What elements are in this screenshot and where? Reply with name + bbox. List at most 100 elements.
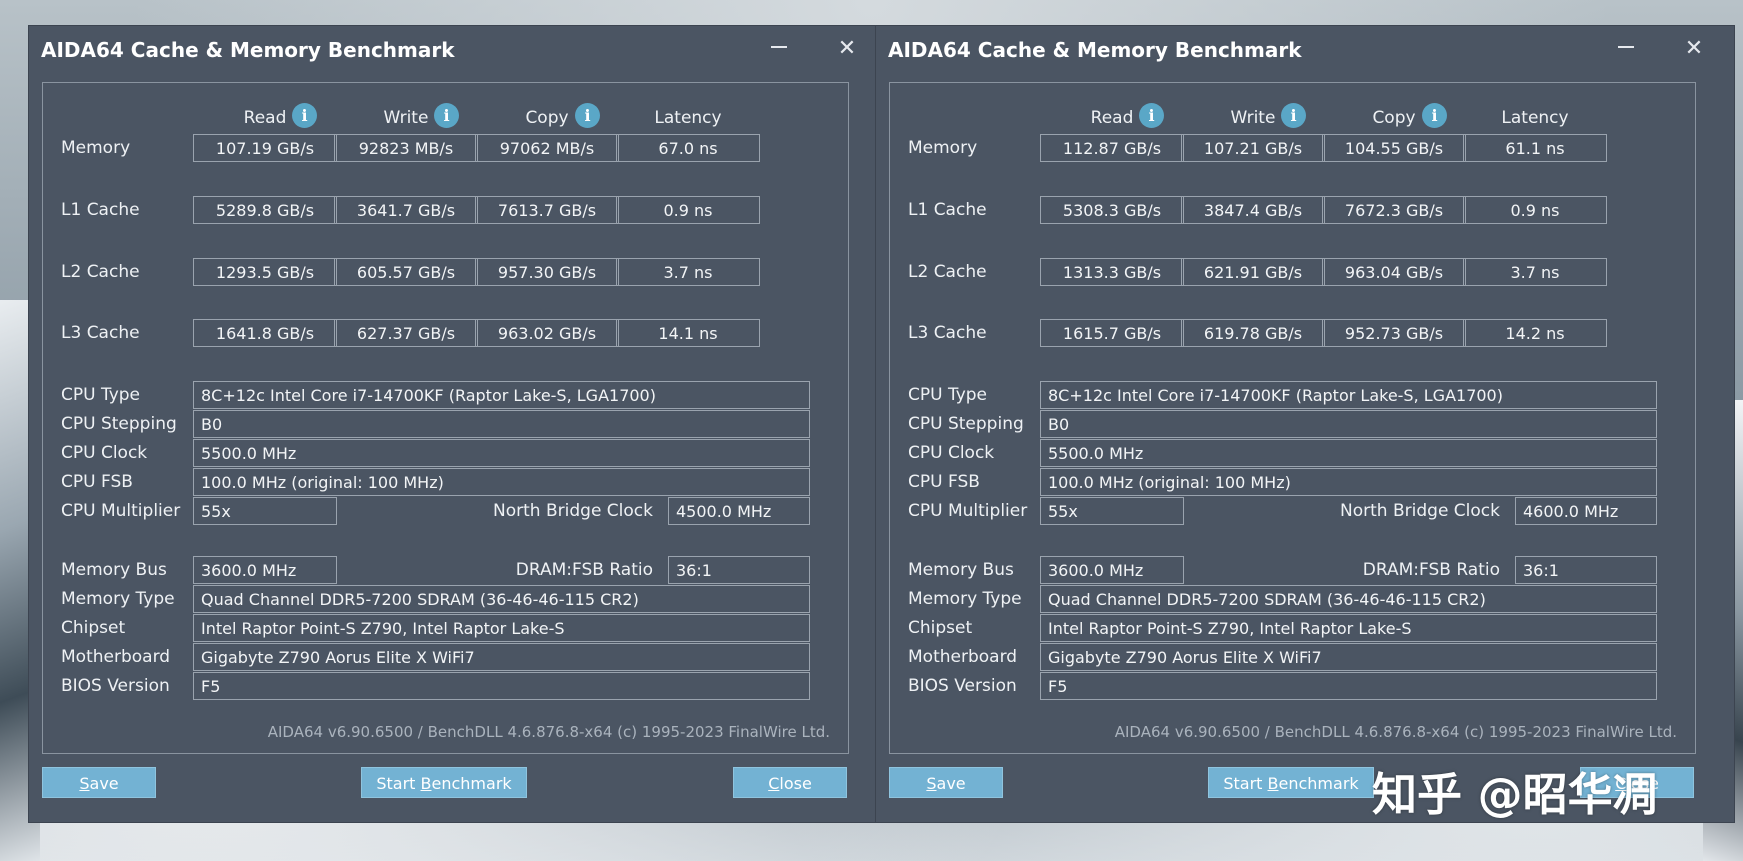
benchmark-window: AIDA64 Cache & Memory Benchmark ✕ Read i… — [29, 26, 887, 822]
info-label-dram-fsb-ratio: DRAM:FSB Ratio — [515, 560, 653, 580]
info-value-bios-version: F5 — [193, 672, 810, 700]
minimize-icon — [1618, 46, 1634, 48]
window-title: AIDA64 Cache & Memory Benchmark — [888, 38, 1302, 62]
info-label-memory-bus: Memory Bus — [61, 560, 167, 580]
close-button[interactable]: Close — [733, 767, 847, 798]
info-label-cpu-fsb: CPU FSB — [908, 472, 980, 492]
row-label-l1-cache: L1 Cache — [61, 200, 140, 220]
benchmark-window: AIDA64 Cache & Memory Benchmark ✕ Read i… — [876, 26, 1734, 822]
info-icon[interactable]: i — [1139, 103, 1164, 128]
l1-write-value: 3641.7 GB/s — [334, 196, 478, 224]
l3-copy-value: 952.73 GB/s — [1322, 319, 1466, 347]
info-label-north-bridge-clock: North Bridge Clock — [493, 501, 653, 521]
memory-write-value: 92823 MB/s — [334, 134, 478, 162]
info-icon[interactable]: i — [292, 103, 317, 128]
l1-read-value: 5308.3 GB/s — [1040, 196, 1184, 224]
l2-latency-value: 3.7 ns — [616, 258, 760, 286]
l3-read-value: 1615.7 GB/s — [1040, 319, 1184, 347]
memory-latency-value: 61.1 ns — [1463, 134, 1607, 162]
info-value-cpu-clock: 5500.0 MHz — [1040, 439, 1657, 467]
info-icon[interactable]: i — [1281, 103, 1306, 128]
start-benchmark-button[interactable]: Start Benchmark — [361, 767, 527, 798]
info-label-bios-version: BIOS Version — [61, 676, 170, 696]
info-label-cpu-type: CPU Type — [61, 385, 141, 405]
version-footer: AIDA64 v6.90.6500 / BenchDLL 4.6.876.8-x… — [267, 723, 830, 741]
l1-read-value: 5289.8 GB/s — [193, 196, 337, 224]
close-window-button[interactable]: ✕ — [827, 32, 867, 66]
start-benchmark-label-prefix: Start — [1223, 774, 1268, 793]
info-label-memory-type: Memory Type — [61, 589, 175, 609]
l1-latency-value: 0.9 ns — [1463, 196, 1607, 224]
start-benchmark-label-accel: B — [1267, 774, 1279, 793]
info-label-chipset: Chipset — [61, 618, 126, 638]
l1-copy-value: 7672.3 GB/s — [1322, 196, 1466, 224]
info-label-cpu-stepping: CPU Stepping — [61, 414, 177, 434]
memory-write-value: 107.21 GB/s — [1181, 134, 1325, 162]
memory-read-value: 112.87 GB/s — [1040, 134, 1184, 162]
save-button[interactable]: Save — [42, 767, 156, 798]
l1-copy-value: 7613.7 GB/s — [475, 196, 619, 224]
l1-write-value: 3847.4 GB/s — [1181, 196, 1325, 224]
close-window-button[interactable]: ✕ — [1674, 32, 1714, 66]
info-value-cpu-multiplier: 55x — [193, 497, 337, 525]
l3-write-value: 619.78 GB/s — [1181, 319, 1325, 347]
info-label-cpu-multiplier: CPU Multiplier — [61, 501, 181, 521]
info-value-cpu-type: 8C+12c Intel Core i7-14700KF (Raptor Lak… — [1040, 381, 1657, 409]
info-value-cpu-stepping: B0 — [193, 410, 810, 438]
row-label-l2-cache: L2 Cache — [908, 262, 987, 282]
info-label-cpu-fsb: CPU FSB — [61, 472, 133, 492]
l1-latency-value: 0.9 ns — [616, 196, 760, 224]
l3-latency-value: 14.1 ns — [616, 319, 760, 347]
info-value-cpu-clock: 5500.0 MHz — [193, 439, 810, 467]
info-icon[interactable]: i — [1422, 103, 1447, 128]
window-title: AIDA64 Cache & Memory Benchmark — [41, 38, 455, 62]
watermark-text: 知乎 @昭华凋 — [1372, 768, 1658, 821]
info-label-cpu-type: CPU Type — [908, 385, 988, 405]
info-icon[interactable]: i — [575, 103, 600, 128]
row-label-memory: Memory — [908, 138, 978, 158]
l3-latency-value: 14.2 ns — [1463, 319, 1607, 347]
column-header-latency: Latency — [1501, 108, 1569, 128]
start-benchmark-button[interactable]: Start Benchmark — [1208, 767, 1374, 798]
start-benchmark-label: enchmark — [1278, 774, 1359, 793]
info-label-memory-type: Memory Type — [908, 589, 1022, 609]
save-button-label: ave — [89, 774, 119, 793]
l2-read-value: 1293.5 GB/s — [193, 258, 337, 286]
minimize-button[interactable] — [1606, 32, 1646, 66]
info-value-cpu-multiplier: 55x — [1040, 497, 1184, 525]
info-value-north-bridge-clock: 4600.0 MHz — [1515, 497, 1657, 525]
info-value-bios-version: F5 — [1040, 672, 1657, 700]
start-benchmark-label-accel: B — [420, 774, 432, 793]
info-icon[interactable]: i — [434, 103, 459, 128]
info-value-north-bridge-clock: 4500.0 MHz — [668, 497, 810, 525]
info-value-dram-fsb-ratio: 36:1 — [668, 556, 810, 584]
info-value-memory-type: Quad Channel DDR5-7200 SDRAM (36-46-46-1… — [193, 585, 810, 613]
save-button-label: ave — [936, 774, 966, 793]
info-value-cpu-stepping: B0 — [1040, 410, 1657, 438]
info-label-cpu-multiplier: CPU Multiplier — [908, 501, 1028, 521]
info-label-chipset: Chipset — [908, 618, 973, 638]
info-label-dram-fsb-ratio: DRAM:FSB Ratio — [1362, 560, 1500, 580]
row-label-memory: Memory — [61, 138, 131, 158]
info-label-bios-version: BIOS Version — [908, 676, 1017, 696]
minimize-icon — [771, 46, 787, 48]
save-button[interactable]: Save — [889, 767, 1003, 798]
close-button-label-accel: C — [768, 774, 780, 793]
info-label-cpu-clock: CPU Clock — [908, 443, 995, 463]
l2-write-value: 621.91 GB/s — [1181, 258, 1325, 286]
info-label-memory-bus: Memory Bus — [908, 560, 1014, 580]
row-label-l3-cache: L3 Cache — [61, 323, 140, 343]
info-value-motherboard: Gigabyte Z790 Aorus Elite X WiFi7 — [193, 643, 810, 671]
row-label-l3-cache: L3 Cache — [908, 323, 987, 343]
l3-copy-value: 963.02 GB/s — [475, 319, 619, 347]
l3-read-value: 1641.8 GB/s — [193, 319, 337, 347]
l2-read-value: 1313.3 GB/s — [1040, 258, 1184, 286]
l2-copy-value: 957.30 GB/s — [475, 258, 619, 286]
minimize-button[interactable] — [759, 32, 799, 66]
row-label-l2-cache: L2 Cache — [61, 262, 140, 282]
l2-write-value: 605.57 GB/s — [334, 258, 478, 286]
close-icon: ✕ — [837, 36, 857, 61]
info-value-chipset: Intel Raptor Point-S Z790, Intel Raptor … — [193, 614, 810, 642]
l3-write-value: 627.37 GB/s — [334, 319, 478, 347]
l2-latency-value: 3.7 ns — [1463, 258, 1607, 286]
